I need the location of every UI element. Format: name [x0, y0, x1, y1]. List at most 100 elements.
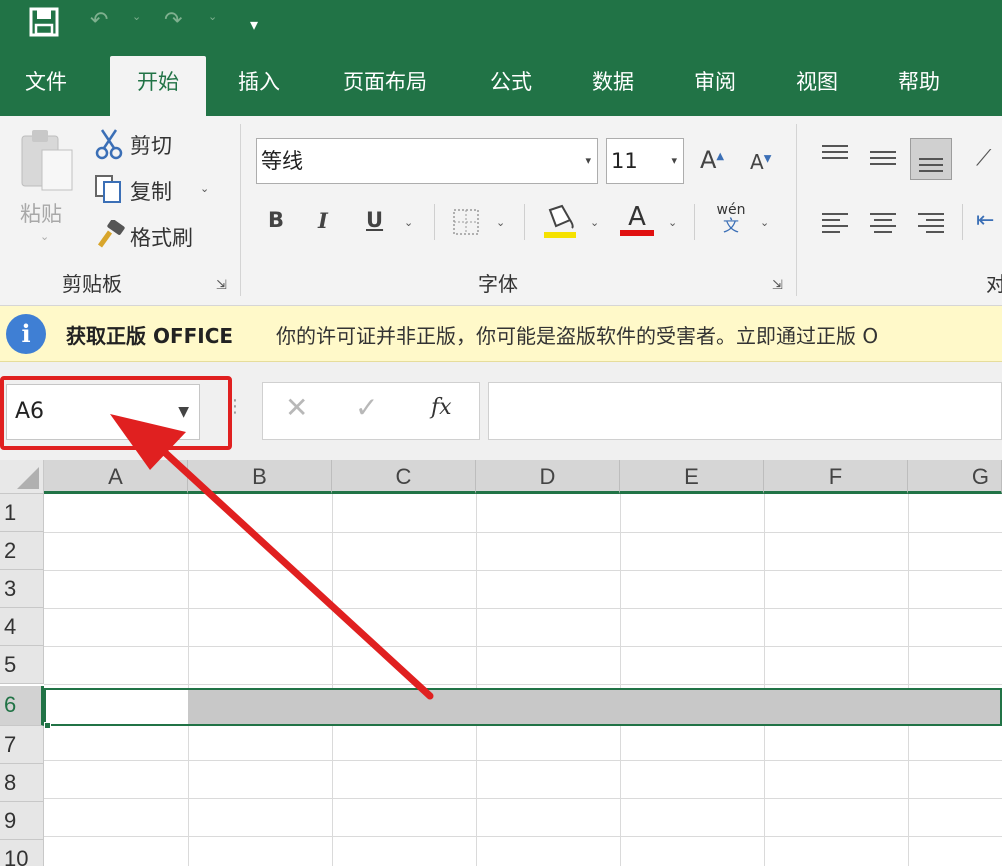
format-painter-icon	[94, 219, 126, 254]
column-header[interactable]: D	[476, 460, 620, 494]
paste-dropdown-icon[interactable]: ⌄	[40, 230, 49, 243]
active-cell[interactable]	[46, 690, 188, 724]
font-color-dropdown-icon[interactable]: ⌄	[668, 216, 677, 229]
column-header[interactable]: F	[764, 460, 908, 494]
tab-formulas[interactable]: 公式	[474, 66, 548, 116]
grid-line	[44, 760, 1002, 761]
enter-icon[interactable]: ✓	[355, 391, 378, 424]
font-size-combo[interactable]: 11 ▾	[606, 138, 684, 184]
tab-file[interactable]: 文件	[8, 66, 84, 116]
grow-font-letter: A	[700, 146, 717, 174]
info-icon: i	[6, 314, 46, 354]
shrink-font-letter: A	[750, 150, 764, 174]
column-header[interactable]: E	[620, 460, 764, 494]
ribbon-separator	[962, 204, 963, 240]
tab-insert[interactable]: 插入	[222, 66, 296, 116]
column-header[interactable]: A	[44, 460, 188, 494]
fill-color-dropdown-icon[interactable]: ⌄	[590, 216, 599, 229]
formula-input[interactable]	[488, 382, 1002, 440]
info-message: 你的许可证并非正版，你可能是盗版软件的受害者。立即通过正版 O	[276, 324, 879, 348]
align-center-icon[interactable]	[868, 210, 898, 238]
column-header[interactable]: B	[188, 460, 332, 494]
shrink-font-button[interactable]: A▼	[750, 150, 771, 174]
row-header[interactable]: 9	[0, 802, 44, 840]
bold-button[interactable]: B	[268, 208, 284, 232]
phonetic-dropdown-icon[interactable]: ⌄	[760, 216, 769, 229]
row-header[interactable]: 1	[0, 494, 44, 532]
ribbon-separator	[524, 204, 525, 240]
ribbon-separator	[434, 204, 435, 240]
fill-handle[interactable]	[44, 722, 51, 729]
clipboard-group-label: 剪贴板	[62, 272, 122, 296]
font-name-value: 等线	[261, 149, 303, 173]
annotation-highlight-box	[0, 376, 232, 450]
insert-function-icon[interactable]: fx	[431, 395, 452, 420]
copy-button[interactable]: 复制	[130, 176, 172, 206]
grid-line	[44, 684, 1002, 685]
undo-icon[interactable]: ↶	[90, 6, 108, 36]
underline-button[interactable]: U	[366, 208, 383, 232]
phonetic-bottom: 文	[722, 216, 739, 235]
row-header[interactable]: 2	[0, 532, 44, 570]
grid-line	[44, 798, 1002, 799]
decrease-indent-icon[interactable]: ⇤	[976, 208, 994, 233]
row-header[interactable]: 10	[0, 840, 44, 866]
row-header[interactable]: 8	[0, 764, 44, 802]
column-header[interactable]: C	[332, 460, 476, 494]
clipboard-launcher-icon[interactable]: ⇲	[216, 278, 227, 293]
borders-icon[interactable]	[452, 208, 480, 240]
align-middle-icon[interactable]	[868, 146, 898, 174]
align-top-icon[interactable]	[820, 142, 850, 170]
font-color-button[interactable]: A	[620, 202, 654, 236]
tab-view[interactable]: 视图	[780, 66, 854, 116]
grid-line	[908, 494, 909, 866]
paste-icon[interactable]	[18, 128, 76, 198]
tab-review[interactable]: 审阅	[678, 66, 752, 116]
chevron-down-icon[interactable]: ▾	[671, 139, 677, 183]
tab-page-layout[interactable]: 页面布局	[324, 66, 446, 116]
grow-font-button[interactable]: A▲	[700, 146, 724, 174]
align-left-icon[interactable]	[820, 210, 850, 238]
phonetic-guide-button[interactable]: wén 文	[714, 202, 748, 234]
cut-button[interactable]: 剪切	[130, 130, 172, 160]
customize-qat-icon[interactable]: ▾	[250, 10, 258, 40]
row-header[interactable]: 5	[0, 646, 44, 684]
font-group-label: 字体	[478, 272, 518, 296]
fill-color-icon[interactable]	[542, 202, 578, 244]
cancel-icon[interactable]: ✕	[285, 391, 308, 424]
grid-line	[44, 608, 1002, 609]
font-launcher-icon[interactable]: ⇲	[772, 278, 783, 293]
chevron-down-icon[interactable]: ▾	[585, 139, 591, 183]
tab-data[interactable]: 数据	[576, 66, 650, 116]
copy-dropdown-icon[interactable]: ⌄	[200, 182, 209, 195]
scissors-icon	[94, 128, 124, 164]
title-bar: ↶ ⌄ ↷ ⌄ ▾	[0, 0, 1002, 46]
copy-icon	[94, 174, 124, 208]
alignment-group-label: 对	[986, 272, 1002, 296]
save-icon[interactable]	[28, 6, 60, 47]
align-right-icon[interactable]	[916, 210, 946, 238]
redo-dropdown-icon[interactable]: ⌄	[208, 10, 217, 23]
ribbon: 粘贴 ⌄ 剪切 复制 ⌄ 格式刷 剪贴板 ⇲ 等线 ▾ 11 ▾ A▲ A▼ B…	[0, 116, 1002, 306]
underline-dropdown-icon[interactable]: ⌄	[404, 216, 413, 229]
column-header[interactable]: G	[908, 460, 1002, 494]
italic-button[interactable]: I	[318, 208, 328, 233]
tab-home[interactable]: 开始	[110, 56, 206, 116]
tab-help[interactable]: 帮助	[882, 66, 956, 116]
row-header[interactable]: 4	[0, 608, 44, 646]
align-bottom-icon[interactable]	[910, 138, 952, 180]
row-header-selected[interactable]: 6	[0, 686, 44, 726]
redo-icon[interactable]: ↷	[164, 6, 182, 36]
row-header[interactable]: 3	[0, 570, 44, 608]
format-painter-button[interactable]: 格式刷	[130, 222, 193, 252]
borders-dropdown-icon[interactable]: ⌄	[496, 216, 505, 229]
font-size-value: 11	[611, 149, 638, 173]
worksheet-grid[interactable]: A B C D E F G 1 2 3 4 5 6 7 8 9 10	[0, 460, 1002, 866]
select-all-button[interactable]	[0, 460, 44, 494]
row-header[interactable]: 7	[0, 726, 44, 764]
paste-label[interactable]: 粘贴	[20, 198, 62, 228]
undo-dropdown-icon[interactable]: ⌄	[132, 10, 141, 23]
font-name-combo[interactable]: 等线 ▾	[256, 138, 598, 184]
select-all-icon	[17, 467, 39, 489]
orientation-icon[interactable]: ⟋	[976, 146, 991, 171]
